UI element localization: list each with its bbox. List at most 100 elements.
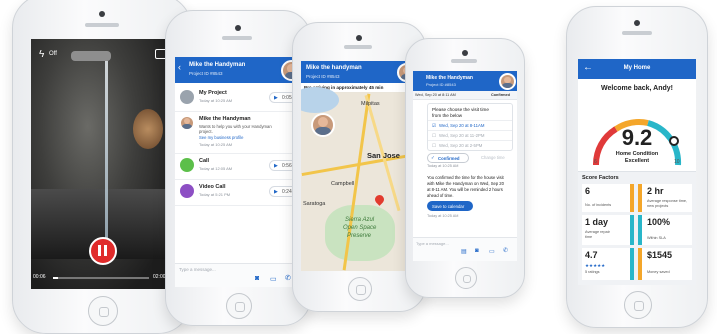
factor-card[interactable]: 1 day Average repair time: [582, 215, 634, 245]
speaker: [85, 23, 119, 27]
list-item-title: Call: [199, 158, 210, 164]
factor-accent: [638, 248, 642, 280]
phone-home: ← My Home Welcome back, Andy! 9.2 Home C…: [566, 6, 708, 328]
time-option[interactable]: ☐ Wed, Sep 20 at 2-5PM: [428, 140, 512, 151]
factor-value: 6: [585, 186, 591, 196]
bowl: [133, 109, 163, 149]
schedule-project-id: Project ID #8543: [426, 82, 456, 87]
record-button[interactable]: [89, 237, 117, 265]
factors-title: Score Factors: [582, 175, 619, 181]
audio-duration: 0:24: [282, 188, 292, 195]
list-item[interactable]: My Project Today at 10:25 AM ▶ 0:05: [175, 87, 302, 112]
list-item-title: Video Call: [199, 184, 226, 190]
home-button[interactable]: [88, 296, 118, 326]
home-button[interactable]: [348, 277, 372, 301]
phone-icon[interactable]: ✆: [503, 247, 508, 254]
map-title: Mike the handyman: [306, 65, 362, 71]
destination-pin-icon[interactable]: [373, 193, 386, 206]
factor-value: 2 hr: [647, 186, 664, 196]
progress-track[interactable]: [53, 277, 149, 279]
video-icon[interactable]: ▭: [489, 248, 495, 255]
map-screen: Mike the handyman Project ID #8543 Pro a…: [301, 61, 417, 271]
checkbox-icon: ☐: [432, 132, 437, 138]
phone-schedule: Mike the Handyman Project ID #8543 Wed, …: [405, 38, 525, 298]
chats-header: ‹ Mike the Handyman Project ID #8543: [175, 57, 302, 83]
factor-value: 100%: [647, 217, 671, 227]
audio-duration: 0:56: [282, 162, 292, 169]
video-icon[interactable]: ▭: [270, 275, 277, 283]
factor-card[interactable]: 100% Within SLA: [638, 215, 692, 245]
prompt-text: Please choose the visit time: [432, 107, 489, 112]
message-input-bar: Type a message... ◙ ▭ ✆: [175, 263, 302, 287]
check-icon: ✓: [431, 155, 435, 160]
list-item-time: Today at 5:21 PM: [199, 192, 231, 197]
schedule-header: Mike the Handyman Project ID #8543: [413, 71, 517, 91]
factor-accent: [638, 215, 642, 245]
status-bar: Wed, Sep 20 at 8:11 AM Confirmed: [413, 91, 517, 100]
factor-accent: [630, 248, 634, 280]
message-input[interactable]: Type a message...: [179, 267, 216, 272]
list-item[interactable]: Call Today at 12:05 AM ▶ 0:56: [175, 155, 302, 180]
confirmation-message: at 8-11 AM. You will be reminded 2 hours: [427, 187, 503, 192]
phone-chats: ‹ Mike the Handyman Project ID #8543 My …: [165, 10, 311, 326]
faucet: [71, 51, 111, 61]
front-camera: [99, 11, 105, 17]
list-item-time: Today at 10:25 AM: [199, 142, 233, 147]
pause-icon-bar: [104, 245, 107, 256]
video-screen: ϟ Off 00:06 02:00: [31, 39, 173, 289]
home-button[interactable]: [455, 267, 477, 289]
time-total: 02:00: [153, 274, 166, 280]
front-camera: [235, 25, 241, 31]
flash-icon[interactable]: ϟ: [39, 49, 44, 60]
camera-icon[interactable]: ◙: [255, 275, 259, 282]
time-option-label: Wed, Sep 20 at 2-5PM: [439, 143, 483, 148]
schedule-screen: Mike the Handyman Project ID #8543 Wed, …: [413, 71, 517, 261]
factor-label: Average repair time: [585, 230, 610, 239]
factor-label: Money saved: [647, 270, 670, 274]
confirmation-message: with Mike the Handyman on Wed, Sep 20: [427, 181, 504, 186]
project-icon: [180, 90, 194, 104]
gauge-min: 6: [594, 159, 597, 165]
map-place-label: Open Space: [343, 225, 377, 231]
list-item[interactable]: Video Call Today at 5:21 PM ▶ 0:24: [175, 181, 302, 206]
pause-icon: [98, 245, 101, 256]
save-to-calendar-button[interactable]: Save to calendar: [427, 201, 473, 211]
chats-title: Mike the Handyman: [189, 62, 246, 68]
back-arrow-icon[interactable]: ‹: [178, 62, 181, 72]
video-call-icon: [180, 184, 194, 198]
factor-label: 5 ratings: [585, 270, 600, 274]
list-item[interactable]: Mike the Handyman Wants to help you with…: [175, 113, 302, 154]
calendar-icon[interactable]: ▤: [461, 248, 467, 255]
factor-card[interactable]: $1545 Money saved: [638, 248, 692, 280]
time-elapsed: 00:06: [33, 274, 46, 280]
map-area[interactable]: Milpitas San Jose Campbell Saratoga Sier…: [301, 87, 417, 271]
list-item-time: Today at 10:25 AM: [199, 98, 233, 103]
score-factors-section: Score Factors 6 No. of incidents 2 hr Av…: [578, 171, 696, 285]
save-to-calendar-label: Save to calendar: [432, 203, 465, 209]
factor-card[interactable]: 2 hr Average response time, new projects: [638, 184, 692, 212]
water-stream: [105, 61, 108, 261]
home-button[interactable]: [226, 293, 252, 319]
map-place-label: Sierra Azul: [345, 217, 375, 223]
speaker: [622, 31, 652, 35]
home-button[interactable]: [624, 291, 652, 319]
camera-icon[interactable]: ◙: [475, 248, 479, 254]
pro-avatar[interactable]: [499, 73, 516, 90]
factor-card[interactable]: 6 No. of incidents: [582, 184, 634, 212]
business-profile-link[interactable]: See my business profile: [199, 135, 243, 140]
message-input[interactable]: Type a message...: [416, 241, 449, 246]
message-text: project.: [199, 129, 213, 134]
factor-card[interactable]: 4.7 ★★★★★ 5 ratings: [582, 248, 634, 280]
gauge-max: 10: [674, 159, 680, 165]
score-label: Home Condition: [615, 151, 659, 157]
confirmed-button[interactable]: ✓ Confirmed: [427, 153, 469, 163]
factor-accent: [630, 215, 634, 245]
message-time: Today at 10:25 AM: [427, 164, 459, 168]
change-time-link[interactable]: Change time: [481, 155, 505, 160]
flash-label[interactable]: Off: [49, 51, 57, 57]
pro-location-avatar[interactable]: [311, 113, 335, 137]
speaker: [344, 45, 372, 49]
phone-icon[interactable]: ✆: [285, 274, 291, 282]
visit-date: Wed, Sep 20 at 8:11 AM: [415, 92, 456, 97]
map-place-label: San Jose: [367, 151, 400, 160]
